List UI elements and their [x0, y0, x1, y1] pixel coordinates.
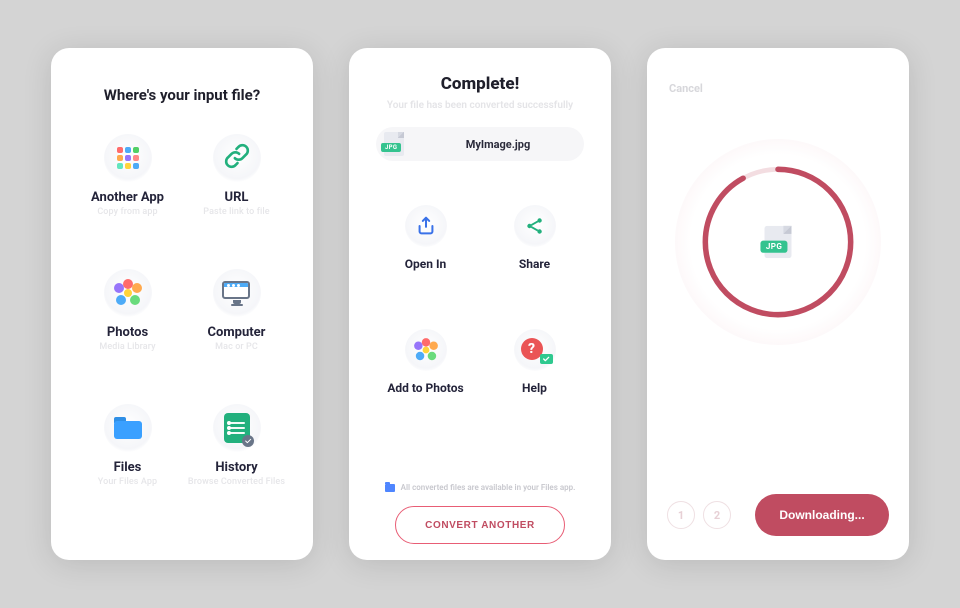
photos-flower-icon [405, 329, 447, 371]
link-icon [213, 134, 261, 182]
file-jpg-icon: JPG [765, 226, 792, 258]
action-share[interactable]: Share [480, 205, 589, 271]
bottom-bar: 1 2 Downloading... [665, 494, 891, 544]
action-label: Add to Photos [387, 381, 463, 395]
progress-ring: JPG [699, 163, 857, 321]
source-grid: Another App Copy from app URL Paste link… [69, 134, 295, 487]
step-indicator-2[interactable]: 2 [703, 501, 731, 529]
open-in-icon [405, 205, 447, 247]
action-help[interactable]: ? Help [480, 329, 589, 395]
downloading-button[interactable]: Downloading... [755, 494, 889, 536]
step-indicator-1[interactable]: 1 [667, 501, 695, 529]
option-computer[interactable]: Computer Mac or PC [182, 269, 291, 352]
option-label: Files [114, 460, 142, 475]
files-app-note: All converted files are available in you… [385, 463, 576, 492]
converted-file-chip[interactable]: JPG MyImage.jpg [376, 127, 584, 161]
actions-grid: Open In Share Add to Photos ? Help [367, 205, 593, 395]
folder-mini-icon [385, 484, 395, 492]
option-label: Photos [107, 325, 148, 340]
history-checklist-icon [213, 404, 261, 452]
action-add-to-photos[interactable]: Add to Photos [371, 329, 480, 395]
screen-downloading: Cancel JPG 1 2 Downloading... [647, 48, 909, 560]
photos-flower-icon [104, 269, 152, 317]
option-label: Computer [208, 325, 266, 340]
file-name: MyImage.jpg [466, 138, 531, 151]
option-label: URL [225, 190, 249, 205]
file-jpg-icon: JPG [384, 132, 404, 156]
screen1-title: Where's your input file? [69, 86, 295, 104]
option-another-app[interactable]: Another App Copy from app [73, 134, 182, 217]
apps-grid-icon [104, 134, 152, 182]
progress-glow: JPG [675, 139, 881, 345]
option-sub: Paste link to file [203, 207, 269, 217]
cancel-button[interactable]: Cancel [665, 82, 703, 95]
option-label: History [215, 460, 257, 475]
option-sub: Media Library [99, 342, 155, 352]
complete-subtitle: Your file has been converted successfull… [387, 100, 573, 111]
computer-icon [213, 269, 261, 317]
folder-icon [104, 404, 152, 452]
option-photos[interactable]: Photos Media Library [73, 269, 182, 352]
action-label: Open In [405, 257, 446, 271]
convert-another-button[interactable]: CONVERT ANOTHER [395, 506, 565, 544]
option-sub: Mac or PC [215, 342, 258, 352]
action-label: Share [519, 257, 550, 271]
action-label: Help [522, 381, 547, 395]
complete-title: Complete! [441, 74, 519, 94]
option-sub: Your Files App [98, 477, 157, 487]
screen-input-source: Where's your input file? Another App Cop… [51, 48, 313, 560]
progress-ring-area: JPG [665, 139, 891, 345]
option-url[interactable]: URL Paste link to file [182, 134, 291, 217]
screen-complete: Complete! Your file has been converted s… [349, 48, 611, 560]
option-sub: Browse Converted Files [188, 477, 285, 487]
action-open-in[interactable]: Open In [371, 205, 480, 271]
help-icon: ? [514, 329, 556, 371]
option-history[interactable]: History Browse Converted Files [182, 404, 291, 487]
share-icon [514, 205, 556, 247]
option-sub: Copy from app [97, 207, 157, 217]
option-files[interactable]: Files Your Files App [73, 404, 182, 487]
note-text: All converted files are available in you… [401, 483, 576, 492]
option-label: Another App [91, 190, 164, 205]
